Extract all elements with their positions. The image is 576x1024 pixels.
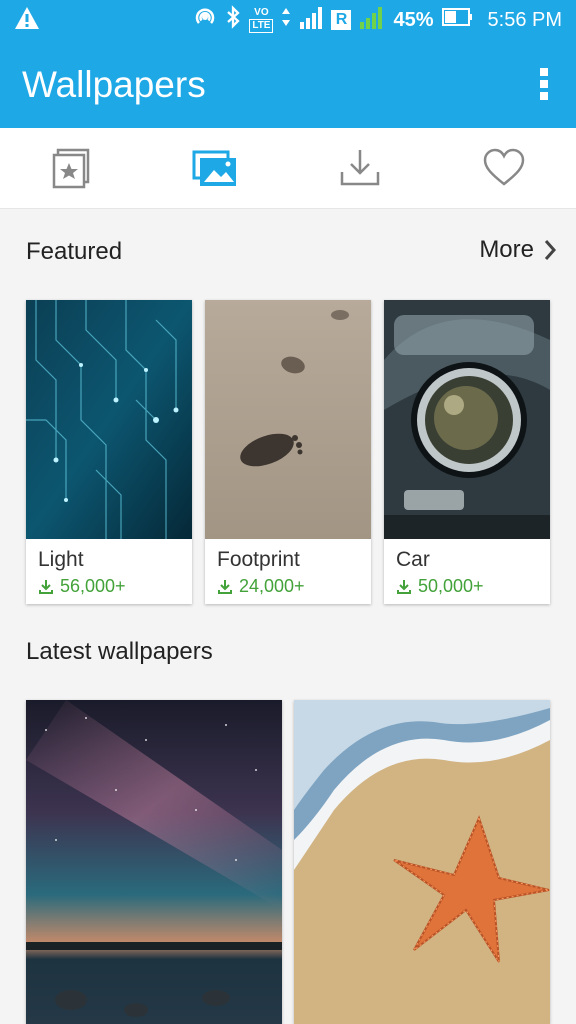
download-small-icon [397,579,411,594]
latest-title: Latest wallpapers [26,638,213,665]
chevron-right-icon [544,240,557,260]
battery-percent: 45% [393,8,434,31]
download-count: 56,000+ [38,576,126,597]
wallpaper-thumbnail [205,300,371,539]
wallpaper-name: Light [38,548,84,571]
wallpaper-name: Footprint [217,548,300,571]
heart-icon [483,148,525,186]
status-bar: VO LTE R 45% 5:56 PM [0,0,576,40]
wallpaper-name: Car [396,548,430,571]
alert-icon [14,6,40,35]
tab-collections[interactable] [48,146,96,190]
more-label: More [479,236,534,263]
featured-title: Featured [26,238,123,265]
download-count-value: 24,000+ [239,576,305,596]
clock: 5:56 PM [487,8,562,31]
tab-downloads[interactable] [336,146,384,190]
download-small-icon [218,579,232,594]
tab-favorites[interactable] [480,146,528,190]
download-icon [340,150,380,186]
download-count-value: 50,000+ [418,576,484,596]
latest-wallpaper-card[interactable] [26,700,282,1024]
hotspot-icon [193,5,217,35]
app-bar: Wallpapers [0,40,576,128]
wallpaper-thumbnail [294,700,550,1024]
latest-wallpaper-card[interactable] [294,700,550,1024]
download-small-icon [39,579,53,594]
featured-card-footprint[interactable]: Footprint 24,000+ [205,300,371,604]
bluetooth-icon [225,5,241,35]
wallpaper-thumbnail [26,300,192,539]
download-count: 50,000+ [396,576,484,597]
volte-icon: VO LTE [249,7,274,33]
gallery-icon [192,150,236,186]
roaming-icon: R [331,10,352,30]
collection-star-icon [52,148,90,189]
wallpaper-thumbnail [384,300,550,539]
tab-gallery[interactable] [192,146,240,190]
wallpaper-thumbnail [26,700,282,1024]
download-count-value: 56,000+ [60,576,126,596]
signal-icon-2 [359,4,385,36]
featured-card-light[interactable]: Light 56,000+ [26,300,192,604]
overflow-menu-icon[interactable] [538,68,550,104]
download-count: 24,000+ [217,576,305,597]
more-link[interactable]: More [479,236,558,264]
battery-icon [441,7,474,33]
page-title: Wallpapers [22,64,206,105]
signal-icon [299,4,323,36]
featured-card-car[interactable]: Car 50,000+ [384,300,550,604]
tab-bar [0,128,576,209]
data-arrows-icon [281,5,291,35]
